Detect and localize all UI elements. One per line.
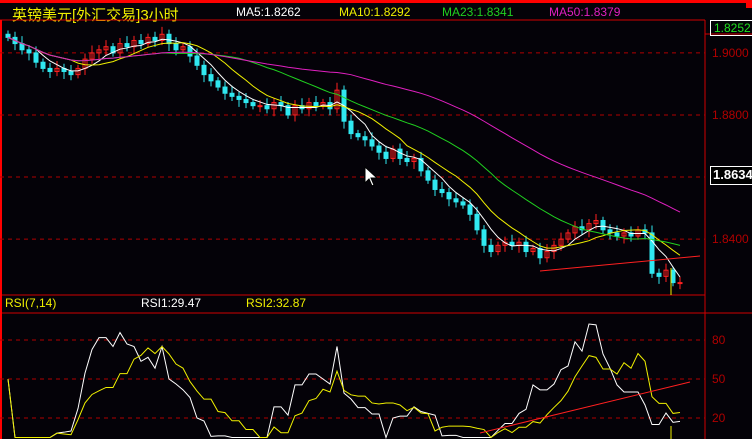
candle-down: [47, 67, 53, 73]
candle-down: [376, 145, 382, 153]
rsi2-label: RSI2:32.87: [246, 296, 307, 310]
candle-down: [250, 102, 256, 107]
candle-down: [460, 201, 466, 206]
candle-down: [523, 241, 529, 253]
rsi-title: RSI(7,14): [5, 296, 57, 310]
chart-window: 英镑美元[外汇交易]3小时 MA5:1.8262 MA10:1.8292 MA2…: [0, 0, 752, 439]
ma23-line: [7, 36, 681, 246]
candle-down: [432, 179, 438, 190]
candle-down: [446, 192, 452, 200]
candle-down: [467, 204, 473, 215]
candle-down: [537, 247, 543, 259]
candle-down: [152, 36, 158, 41]
candle-down: [355, 133, 361, 138]
chart-plot[interactable]: [0, 0, 752, 439]
candle-down: [383, 151, 389, 159]
candle-down: [194, 55, 200, 66]
rsi1-label: RSI1:29.47: [141, 296, 202, 310]
candle-down: [474, 213, 480, 231]
rsi7-line: [7, 323, 681, 439]
trendline: [539, 255, 701, 272]
candle-down: [670, 269, 676, 284]
candle-down: [614, 232, 620, 237]
candle-down: [481, 229, 487, 246]
mouse-cursor-icon: [364, 165, 379, 187]
rsi-trendline: [479, 381, 691, 434]
candle-down: [264, 105, 270, 110]
rsi-tick: 50: [712, 372, 726, 386]
candle-down: [369, 139, 375, 147]
candle-down: [33, 52, 39, 63]
rsi-tick: 20: [712, 411, 726, 425]
candle-down: [243, 98, 249, 104]
candle-down: [453, 198, 459, 203]
candle-down: [208, 74, 214, 82]
rsi-tick: 80: [712, 333, 726, 347]
candle-down: [166, 33, 172, 45]
candle-up: [257, 105, 263, 108]
candle-down: [236, 95, 242, 100]
candle-down: [222, 86, 228, 94]
candle-down: [215, 80, 221, 88]
candle-down: [68, 71, 74, 76]
candle-down: [404, 157, 410, 163]
ma10-line: [7, 36, 681, 256]
price-tick: 1.9000: [712, 46, 749, 60]
candle-up: [677, 282, 683, 285]
candle-down: [124, 43, 130, 48]
candle-down: [201, 64, 207, 76]
candle-down: [313, 102, 319, 107]
last-price-label: 1.8252: [710, 20, 752, 36]
price-tick: 1.8400: [712, 232, 749, 246]
price-tick: 1.8800: [712, 108, 749, 122]
candle-down: [173, 43, 179, 51]
candle-down: [656, 272, 662, 277]
candle-down: [229, 92, 235, 97]
candle-down: [362, 136, 368, 141]
candle-down: [425, 170, 431, 181]
candle-down: [40, 61, 46, 69]
candle-down: [26, 49, 32, 54]
candle-down: [348, 120, 354, 135]
candle-down: [488, 244, 494, 253]
candle-down: [439, 188, 445, 194]
candle-down: [5, 33, 11, 38]
candle-down: [138, 39, 144, 45]
candle-down: [600, 220, 606, 231]
candle-down: [187, 46, 193, 57]
cursor-price-label: 1.8634: [710, 166, 752, 185]
